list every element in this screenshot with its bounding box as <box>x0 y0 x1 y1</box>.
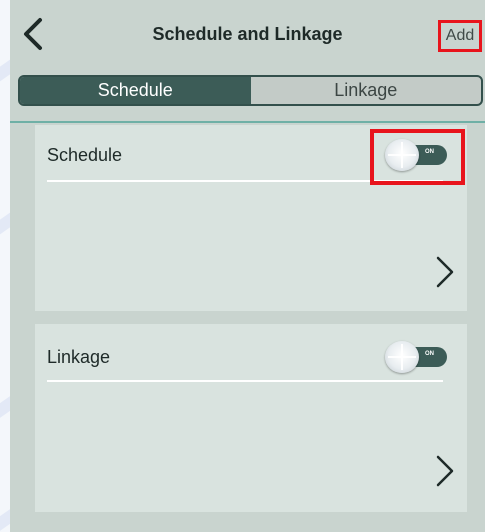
tab-linkage[interactable]: Linkage <box>251 77 482 104</box>
app-window: Schedule and Linkage Add Schedule Linkag… <box>10 0 485 532</box>
toggle-knob <box>385 139 419 171</box>
schedule-card-title: Schedule <box>47 145 123 165</box>
linkage-toggle[interactable]: ON <box>385 341 449 373</box>
linkage-card-title: Linkage <box>47 347 111 367</box>
add-button[interactable]: Add <box>438 20 482 52</box>
linkage-card[interactable]: Linkage ON <box>35 324 467 512</box>
header-bar: Schedule and Linkage Add <box>10 0 485 66</box>
toggle-knob <box>385 341 419 373</box>
toggle-on-label: ON <box>425 149 434 155</box>
card-divider <box>47 380 443 382</box>
segmented-control: Schedule Linkage <box>18 75 483 106</box>
chevron-right-icon[interactable] <box>435 454 455 488</box>
header-divider <box>10 121 485 123</box>
chevron-right-icon[interactable] <box>435 255 455 289</box>
card-divider <box>47 180 443 182</box>
schedule-card[interactable]: Schedule ON <box>35 125 467 311</box>
tab-schedule[interactable]: Schedule <box>20 77 251 104</box>
toggle-on-label: ON <box>425 351 434 357</box>
page-title: Schedule and Linkage <box>152 24 343 44</box>
schedule-toggle[interactable]: ON <box>385 139 449 171</box>
